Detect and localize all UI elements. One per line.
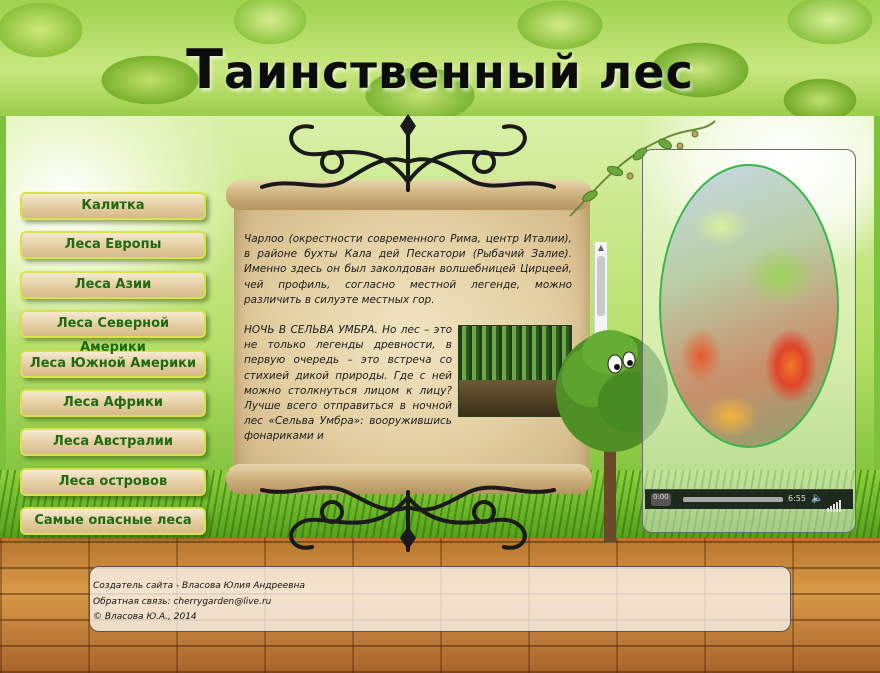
video-frame[interactable] — [659, 164, 839, 448]
sidebar-nav: Калитка Леса Европы Леса Азии Леса Север… — [20, 192, 206, 547]
nav-item-kalitka[interactable]: Калитка — [20, 192, 206, 220]
footer-contact[interactable]: Обратная связь: cherrygarden@live.ru — [93, 594, 271, 610]
nav-item-south-america[interactable]: Леса Южной Америки — [20, 349, 206, 378]
scrollbar-thumb[interactable] — [597, 256, 605, 316]
footer-author: Создатель сайта - Власова Юлия Андреевна — [93, 581, 305, 591]
video-controls: 0:00 6:55 🔈 — [645, 489, 853, 512]
page-title-initial: Т — [186, 38, 224, 101]
article-paragraph-1: Чарлоо (окрестности современного Рима, ц… — [244, 233, 572, 306]
nav-item-europe[interactable]: Леса Европы — [20, 231, 206, 260]
page-title-rest: аинственный лес — [223, 45, 694, 99]
scroll-up-arrow-icon[interactable]: ▲ — [595, 242, 607, 254]
site-footer: Создатель сайта - Власова Юлия Андреевна… — [89, 566, 791, 632]
volume-slider[interactable] — [827, 493, 851, 512]
footer-copyright: © Власова Ю.А., 2014 — [93, 612, 197, 622]
video-player[interactable]: 0:00 6:55 🔈 — [642, 149, 856, 533]
nav-item-asia[interactable]: Леса Азии — [20, 270, 206, 299]
nav-item-dangerous[interactable]: Самые опасные леса — [20, 507, 206, 536]
nav-item-islands[interactable]: Леса островов — [20, 467, 206, 496]
scroll-sign: Чарлоо (окрестности современного Рима, ц… — [222, 112, 594, 552]
seek-bar[interactable] — [683, 497, 783, 502]
volume-icon[interactable]: 🔈 — [811, 493, 823, 505]
article-text[interactable]: Чарлоо (окрестности современного Рима, ц… — [244, 232, 572, 446]
page-title: Таинственный лес — [0, 38, 880, 101]
nav-item-australia[interactable]: Леса Австралии — [20, 428, 206, 457]
nav-item-africa[interactable]: Леса Африки — [20, 388, 206, 417]
current-time: 0:00 — [653, 493, 669, 501]
nav-item-north-america[interactable]: Леса Северной Америки — [20, 310, 206, 355]
duration: 6:55 — [788, 494, 806, 503]
